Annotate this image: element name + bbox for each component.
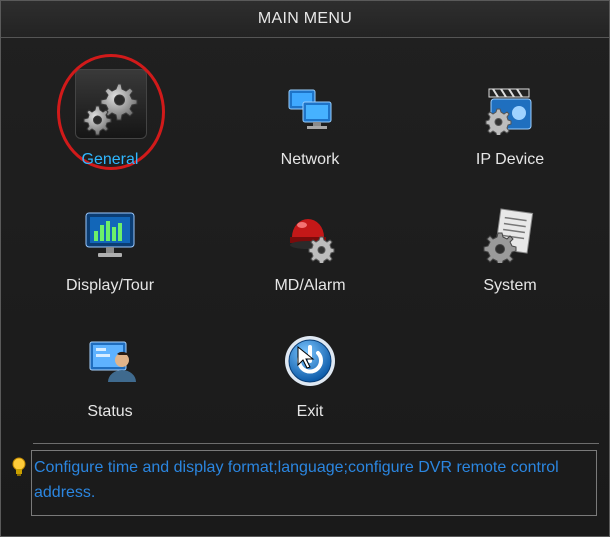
power-icon xyxy=(272,323,348,399)
menu-item-system[interactable]: System xyxy=(420,197,600,307)
hint-divider xyxy=(33,443,599,444)
menu-item-display-tour[interactable]: Display/Tour xyxy=(20,197,200,307)
network-monitors-icon xyxy=(272,71,348,147)
document-gear-icon xyxy=(472,197,548,273)
menu-item-label: Display/Tour xyxy=(65,277,155,294)
main-menu-window: MAIN MENU General Network IP Device Disp… xyxy=(0,0,610,537)
menu-item-label: MD/Alarm xyxy=(274,277,346,294)
camera-gear-icon xyxy=(472,71,548,147)
alarm-light-gear-icon xyxy=(272,197,348,273)
menu-item-label: Exit xyxy=(296,403,324,420)
hint-panel: Configure time and display format;langua… xyxy=(31,450,597,516)
menu-item-label: IP Device xyxy=(475,151,545,168)
menu-item-status[interactable]: Status xyxy=(20,323,200,433)
menu-item-label: Status xyxy=(87,403,133,420)
menu-item-exit[interactable]: Exit xyxy=(220,323,400,433)
menu-item-general[interactable]: General xyxy=(20,71,200,181)
monitor-chart-icon xyxy=(72,197,148,273)
menu-item-label: Network xyxy=(280,151,340,168)
title-bar: MAIN MENU xyxy=(1,1,609,38)
menu-item-network[interactable]: Network xyxy=(220,71,400,181)
menu-item-md-alarm[interactable]: MD/Alarm xyxy=(220,197,400,307)
user-status-icon xyxy=(72,323,148,399)
menu-item-label: General xyxy=(81,151,139,168)
gears-icon xyxy=(72,71,148,147)
hint-text: Configure time and display format;langua… xyxy=(34,459,559,501)
window-title: MAIN MENU xyxy=(257,10,353,27)
lightbulb-icon xyxy=(12,457,26,477)
menu-item-ip-device[interactable]: IP Device xyxy=(420,71,600,181)
menu-item-label: System xyxy=(483,277,537,294)
